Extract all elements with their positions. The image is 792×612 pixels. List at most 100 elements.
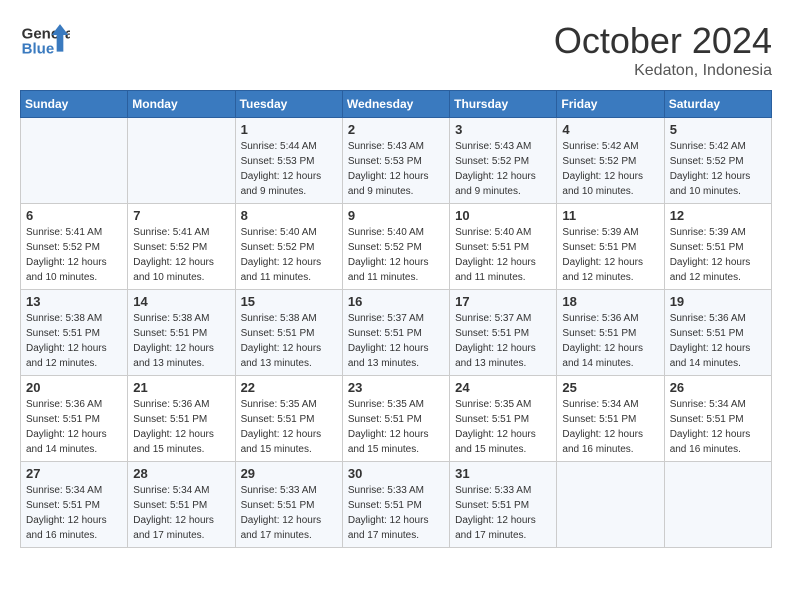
day-info: Sunrise: 5:43 AMSunset: 5:52 PMDaylight:… [455,139,551,199]
day-info: Sunrise: 5:33 AMSunset: 5:51 PMDaylight:… [455,483,551,543]
calendar-cell: 10 Sunrise: 5:40 AMSunset: 5:51 PMDayligh… [450,204,557,290]
day-info: Sunrise: 5:40 AMSunset: 5:52 PMDaylight:… [348,225,444,285]
svg-text:Blue: Blue [22,40,55,57]
day-number: 9 [348,208,444,223]
calendar-cell: 26 Sunrise: 5:34 AMSunset: 5:51 PMDayligh… [664,376,771,462]
calendar-week-row: 27 Sunrise: 5:34 AMSunset: 5:51 PMDayligh… [21,462,772,548]
day-info: Sunrise: 5:35 AMSunset: 5:51 PMDaylight:… [348,397,444,457]
header-row: SundayMondayTuesdayWednesdayThursdayFrid… [21,91,772,118]
day-number: 21 [133,380,229,395]
day-info: Sunrise: 5:37 AMSunset: 5:51 PMDaylight:… [348,311,444,371]
calendar-table: SundayMondayTuesdayWednesdayThursdayFrid… [20,90,772,548]
day-info: Sunrise: 5:34 AMSunset: 5:51 PMDaylight:… [26,483,122,543]
day-info: Sunrise: 5:44 AMSunset: 5:53 PMDaylight:… [241,139,337,199]
calendar-cell: 20 Sunrise: 5:36 AMSunset: 5:51 PMDayligh… [21,376,128,462]
calendar-cell: 22 Sunrise: 5:35 AMSunset: 5:51 PMDayligh… [235,376,342,462]
calendar-cell: 30Sunrise: 5:33 AMSunset: 5:51 PMDayligh… [342,462,449,548]
day-number: 1 [241,122,337,137]
day-info: Sunrise: 5:34 AMSunset: 5:51 PMDaylight:… [133,483,229,543]
calendar-cell: 5 Sunrise: 5:42 AMSunset: 5:52 PMDaylight… [664,118,771,204]
day-info: Sunrise: 5:38 AMSunset: 5:51 PMDaylight:… [241,311,337,371]
day-info: Sunrise: 5:38 AMSunset: 5:51 PMDaylight:… [133,311,229,371]
day-info: Sunrise: 5:36 AMSunset: 5:51 PMDaylight:… [26,397,122,457]
calendar-cell: 1 Sunrise: 5:44 AMSunset: 5:53 PMDaylight… [235,118,342,204]
day-number: 27 [26,466,122,481]
day-number: 4 [562,122,658,137]
location: Kedaton, Indonesia [554,62,772,80]
calendar-cell: 23 Sunrise: 5:35 AMSunset: 5:51 PMDayligh… [342,376,449,462]
day-number: 19 [670,294,766,309]
calendar-week-row: 20 Sunrise: 5:36 AMSunset: 5:51 PMDayligh… [21,376,772,462]
day-info: Sunrise: 5:42 AMSunset: 5:52 PMDaylight:… [562,139,658,199]
day-number: 30 [348,466,444,481]
day-number: 22 [241,380,337,395]
day-header: Thursday [450,91,557,118]
calendar-cell: 19 Sunrise: 5:36 AMSunset: 5:51 PMDayligh… [664,290,771,376]
day-header: Saturday [664,91,771,118]
calendar-cell: 24Sunrise: 5:35 AMSunset: 5:51 PMDayligh… [450,376,557,462]
page-header: General Blue October 2024 Kedaton, Indon… [20,20,772,80]
title-block: October 2024 Kedaton, Indonesia [554,20,772,80]
day-header: Friday [557,91,664,118]
day-number: 26 [670,380,766,395]
calendar-cell [557,462,664,548]
day-info: Sunrise: 5:33 AMSunset: 5:51 PMDaylight:… [241,483,337,543]
day-number: 18 [562,294,658,309]
day-number: 29 [241,466,337,481]
day-header: Sunday [21,91,128,118]
calendar-cell: 15Sunrise: 5:38 AMSunset: 5:51 PMDayligh… [235,290,342,376]
calendar-cell [664,462,771,548]
day-info: Sunrise: 5:42 AMSunset: 5:52 PMDaylight:… [670,139,766,199]
day-number: 2 [348,122,444,137]
calendar-cell: 25 Sunrise: 5:34 AMSunset: 5:51 PMDayligh… [557,376,664,462]
day-info: Sunrise: 5:40 AMSunset: 5:51 PMDaylight:… [455,225,551,285]
calendar-cell: 21 Sunrise: 5:36 AMSunset: 5:51 PMDayligh… [128,376,235,462]
day-number: 6 [26,208,122,223]
day-info: Sunrise: 5:37 AMSunset: 5:51 PMDaylight:… [455,311,551,371]
day-number: 8 [241,208,337,223]
calendar-cell: 29 Sunrise: 5:33 AMSunset: 5:51 PMDayligh… [235,462,342,548]
day-number: 28 [133,466,229,481]
day-number: 14 [133,294,229,309]
day-number: 12 [670,208,766,223]
day-info: Sunrise: 5:35 AMSunset: 5:51 PMDaylight:… [455,397,551,457]
logo: General Blue [20,20,72,60]
day-number: 5 [670,122,766,137]
day-info: Sunrise: 5:39 AMSunset: 5:51 PMDaylight:… [562,225,658,285]
day-number: 20 [26,380,122,395]
day-info: Sunrise: 5:34 AMSunset: 5:51 PMDaylight:… [562,397,658,457]
calendar-cell: 31Sunrise: 5:33 AMSunset: 5:51 PMDayligh… [450,462,557,548]
calendar-cell: 9 Sunrise: 5:40 AMSunset: 5:52 PMDaylight… [342,204,449,290]
day-number: 3 [455,122,551,137]
day-header: Tuesday [235,91,342,118]
day-info: Sunrise: 5:34 AMSunset: 5:51 PMDaylight:… [670,397,766,457]
day-number: 23 [348,380,444,395]
calendar-cell: 7 Sunrise: 5:41 AMSunset: 5:52 PMDaylight… [128,204,235,290]
day-info: Sunrise: 5:36 AMSunset: 5:51 PMDaylight:… [670,311,766,371]
day-info: Sunrise: 5:36 AMSunset: 5:51 PMDaylight:… [562,311,658,371]
month-title: October 2024 [554,20,772,62]
day-info: Sunrise: 5:40 AMSunset: 5:52 PMDaylight:… [241,225,337,285]
day-info: Sunrise: 5:39 AMSunset: 5:51 PMDaylight:… [670,225,766,285]
calendar-cell: 2 Sunrise: 5:43 AMSunset: 5:53 PMDaylight… [342,118,449,204]
day-number: 10 [455,208,551,223]
day-header: Wednesday [342,91,449,118]
day-info: Sunrise: 5:43 AMSunset: 5:53 PMDaylight:… [348,139,444,199]
day-info: Sunrise: 5:36 AMSunset: 5:51 PMDaylight:… [133,397,229,457]
calendar-cell: 3 Sunrise: 5:43 AMSunset: 5:52 PMDaylight… [450,118,557,204]
day-number: 17 [455,294,551,309]
day-info: Sunrise: 5:35 AMSunset: 5:51 PMDaylight:… [241,397,337,457]
day-number: 7 [133,208,229,223]
calendar-cell: 12 Sunrise: 5:39 AMSunset: 5:51 PMDayligh… [664,204,771,290]
day-info: Sunrise: 5:41 AMSunset: 5:52 PMDaylight:… [133,225,229,285]
day-info: Sunrise: 5:38 AMSunset: 5:51 PMDaylight:… [26,311,122,371]
calendar-week-row: 13Sunrise: 5:38 AMSunset: 5:51 PMDayligh… [21,290,772,376]
day-number: 25 [562,380,658,395]
calendar-cell: 6Sunrise: 5:41 AMSunset: 5:52 PMDaylight… [21,204,128,290]
calendar-cell: 8 Sunrise: 5:40 AMSunset: 5:52 PMDaylight… [235,204,342,290]
calendar-cell: 13Sunrise: 5:38 AMSunset: 5:51 PMDayligh… [21,290,128,376]
calendar-week-row: 1 Sunrise: 5:44 AMSunset: 5:53 PMDaylight… [21,118,772,204]
day-header: Monday [128,91,235,118]
day-number: 16 [348,294,444,309]
calendar-cell: 18 Sunrise: 5:36 AMSunset: 5:51 PMDayligh… [557,290,664,376]
